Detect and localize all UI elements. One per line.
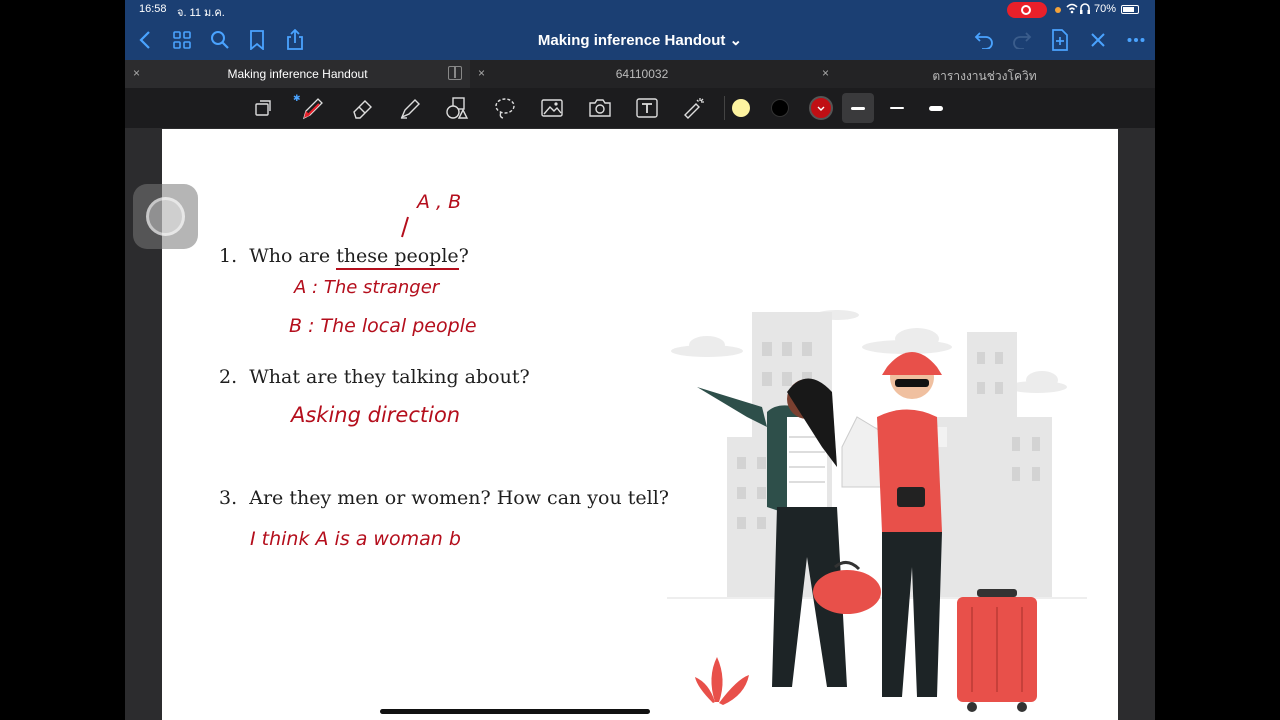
home-indicator[interactable]	[380, 709, 650, 714]
battery-percent: 70%	[1094, 3, 1117, 15]
question-text: Are they men or women? How can you tell?	[249, 487, 669, 509]
status-date: จ. 11 ม.ค.	[177, 7, 225, 19]
tool-bar: ✱	[125, 88, 1155, 128]
tab-covid-schedule[interactable]: × ตารางงานช่วงโควิท	[814, 60, 1155, 88]
question-number: 1.	[219, 245, 238, 267]
add-page-icon[interactable]	[1048, 28, 1072, 52]
highlighter-icon[interactable]	[397, 95, 423, 121]
question-2: 2. What are they talking about?	[219, 366, 530, 388]
battery-icon	[1121, 5, 1139, 14]
color-yellow[interactable]	[732, 99, 750, 117]
tab-label: Making inference Handout	[227, 67, 368, 81]
redo-icon[interactable]	[1010, 28, 1034, 52]
question-3: 3. Are they men or women? How can you te…	[219, 487, 669, 509]
image-icon[interactable]	[539, 95, 565, 121]
handwriting-ab: A , B	[417, 191, 462, 213]
laser-pointer-icon[interactable]	[682, 95, 708, 121]
toolbar-divider	[724, 96, 725, 120]
tab-label: ตารางงานช่วงโควิท	[932, 69, 1037, 83]
assistive-touch-icon	[146, 197, 185, 236]
travelers-illustration	[667, 310, 1087, 712]
tab-bar: × Making inference Handout × 64110032 × …	[125, 60, 1155, 88]
handwriting-answer-2: Asking direction	[291, 403, 461, 427]
underlined-phrase: these people	[336, 245, 459, 270]
stroke-thick[interactable]	[920, 93, 952, 123]
question-text-end: ?	[458, 245, 469, 267]
tab-making-inference[interactable]: × Making inference Handout	[125, 60, 470, 88]
question-number: 2.	[219, 366, 238, 388]
assistive-touch-button[interactable]	[133, 184, 198, 249]
screen-recording-indicator[interactable]	[1007, 2, 1047, 18]
mic-indicator-icon	[1055, 7, 1061, 13]
document-title-menu[interactable]: Making inference Handout ⌄	[125, 31, 1155, 49]
more-options-icon[interactable]	[1124, 28, 1148, 52]
handwriting-answer-b: B : The local people	[289, 315, 477, 337]
text-box-icon[interactable]	[634, 95, 660, 121]
stroke-medium[interactable]	[881, 93, 913, 123]
question-1: 1. Who are these people?	[219, 245, 469, 270]
color-red-selected[interactable]	[809, 96, 833, 120]
tab-64110032[interactable]: × 64110032	[470, 60, 814, 88]
pen-icon[interactable]	[300, 95, 326, 121]
handwriting-answer-3: I think A is a woman b	[250, 528, 461, 550]
app-screen: 16:58 จ. 11 ม.ค. 70% Making inference Ha…	[125, 0, 1155, 720]
handwriting-answer-a: A : The stranger	[294, 277, 440, 298]
lasso-icon[interactable]	[492, 95, 518, 121]
document-page[interactable]: 1. Who are these people? 2. What are the…	[162, 129, 1118, 720]
color-black[interactable]	[771, 99, 789, 117]
split-view-icon[interactable]	[448, 66, 462, 80]
question-text: What are they talking about?	[249, 366, 530, 388]
question-number: 3.	[219, 487, 238, 509]
question-text: Who are	[249, 245, 337, 267]
bluetooth-icon: ✱	[293, 93, 301, 103]
wifi-icon	[1065, 2, 1091, 19]
stroke-thin-selected[interactable]	[842, 93, 874, 123]
eraser-icon[interactable]	[350, 95, 376, 121]
camera-icon[interactable]	[587, 95, 613, 121]
navigation-bar: 16:58 จ. 11 ม.ค. 70% Making inference Ha…	[125, 0, 1155, 60]
status-time: 16:58	[139, 3, 167, 15]
annotation-arrow	[401, 216, 409, 238]
shapes-icon[interactable]	[444, 95, 470, 121]
document-canvas[interactable]: 1. Who are these people? 2. What are the…	[125, 128, 1155, 720]
close-editing-icon[interactable]	[1086, 28, 1110, 52]
lasso-scan-icon[interactable]	[250, 95, 276, 121]
tab-label: 64110032	[615, 67, 669, 81]
undo-icon[interactable]	[972, 28, 996, 52]
